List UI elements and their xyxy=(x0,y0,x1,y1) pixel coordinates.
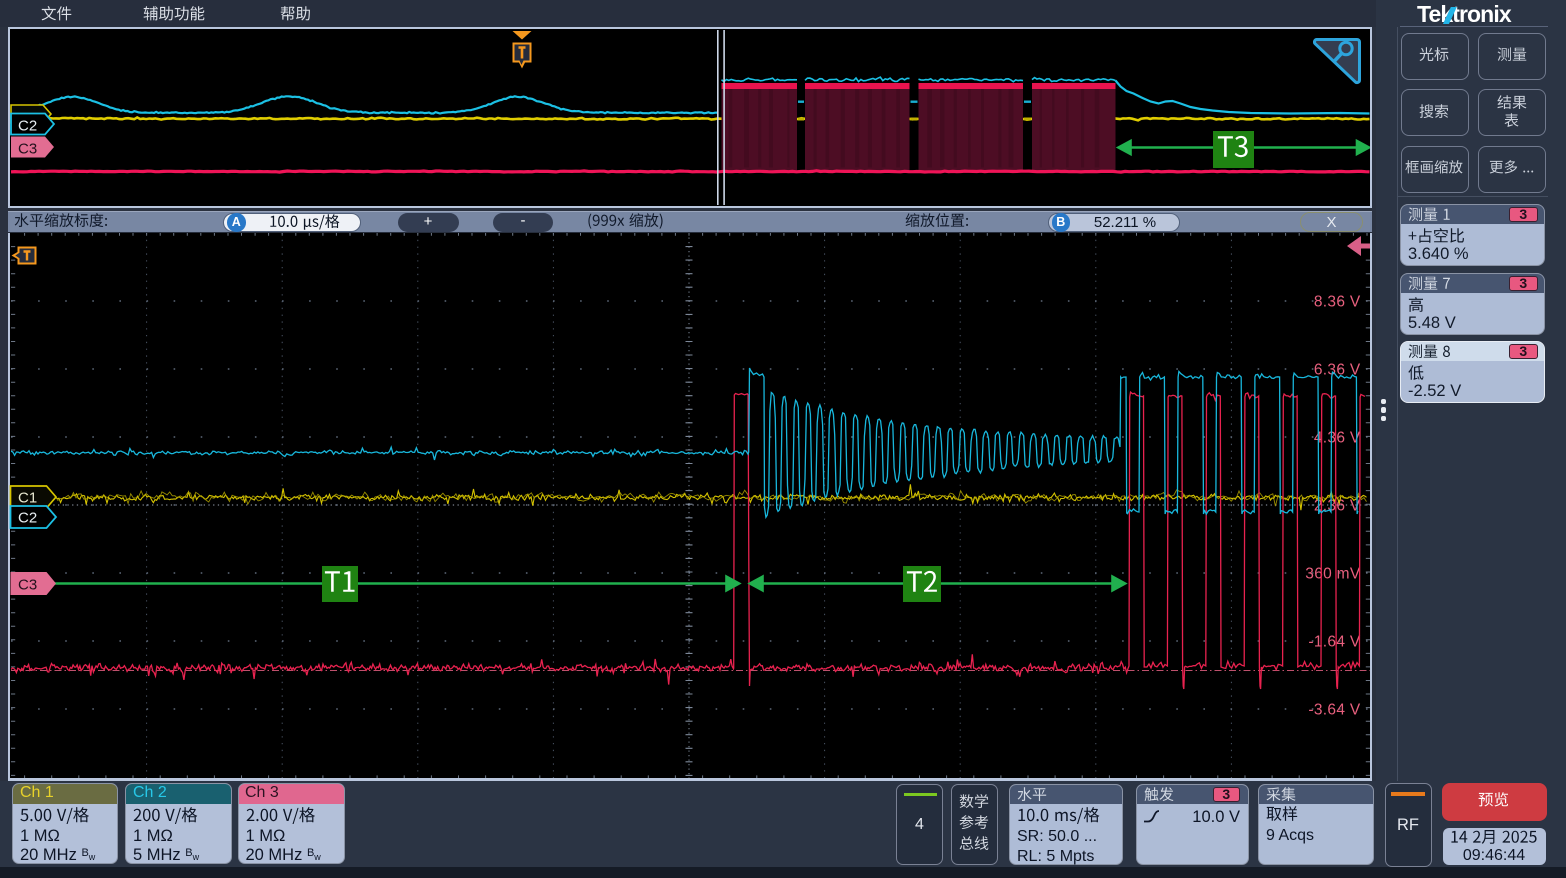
svg-text:C2: C2 xyxy=(18,510,37,527)
svg-text:C3: C3 xyxy=(18,141,37,158)
svg-text:360 mV: 360 mV xyxy=(1305,566,1361,583)
svg-text:C2: C2 xyxy=(18,118,37,135)
svg-text:-1.64 V: -1.64 V xyxy=(1308,634,1360,651)
svg-text:4.36 V: 4.36 V xyxy=(1313,430,1360,447)
svg-text:-3.64 V: -3.64 V xyxy=(1308,702,1360,719)
svg-text:C3: C3 xyxy=(18,577,37,594)
svg-text:8.36 V: 8.36 V xyxy=(1313,294,1360,311)
svg-text:C1: C1 xyxy=(18,490,37,507)
